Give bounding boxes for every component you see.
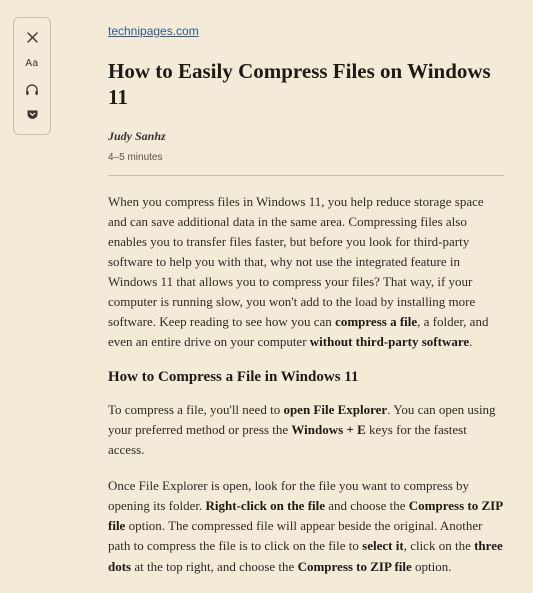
bold: Windows + E [291, 422, 365, 437]
page-title: How to Easily Compress Files on Windows … [108, 58, 504, 111]
font-size-icon: Aa [25, 58, 38, 69]
text: . [469, 334, 472, 349]
headphones-icon [25, 83, 39, 96]
bold: select it [362, 538, 404, 553]
text: and choose the [325, 498, 409, 513]
text: at the top right, and choose the [131, 559, 297, 574]
save-pocket-button[interactable] [18, 103, 46, 127]
bold: compress a file [335, 314, 417, 329]
divider [108, 175, 504, 176]
bold: Compress to ZIP file [298, 559, 412, 574]
author: Judy Sanhz [108, 129, 504, 144]
paragraph-3: Once File Explorer is open, look for the… [108, 476, 504, 577]
bold: open File Explorer [283, 402, 387, 417]
text: When you compress files in Windows 11, y… [108, 194, 484, 330]
font-size-button[interactable]: Aa [18, 51, 46, 75]
bold: without third-party software [310, 334, 469, 349]
close-button[interactable] [18, 25, 46, 49]
close-icon [27, 32, 38, 43]
text: , click on the [404, 538, 474, 553]
bold: Right-click on the file [206, 498, 326, 513]
article-content: technipages.com How to Easily Compress F… [108, 22, 504, 593]
source-link[interactable]: technipages.com [108, 24, 199, 38]
text: To compress a file, you'll need to [108, 402, 283, 417]
reader-toolbar: Aa [13, 17, 51, 135]
text: option. [412, 559, 452, 574]
intro-paragraph: When you compress files in Windows 11, y… [108, 192, 504, 353]
paragraph-2: To compress a file, you'll need to open … [108, 400, 504, 460]
listen-button[interactable] [18, 77, 46, 101]
read-time: 4–5 minutes [108, 152, 504, 163]
save-pocket-icon [26, 109, 39, 121]
section-heading: How to Compress a File in Windows 11 [108, 369, 504, 386]
